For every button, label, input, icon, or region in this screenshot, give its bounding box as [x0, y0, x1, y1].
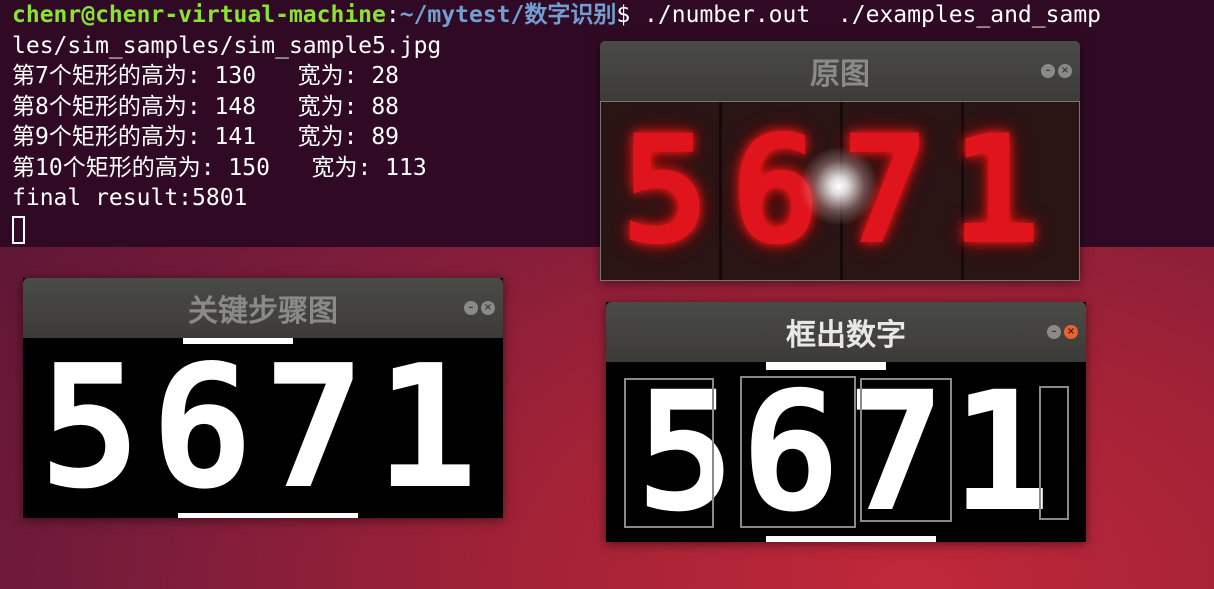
key-steps-window[interactable]: 关键步骤图 – × 5671	[23, 278, 503, 518]
boxed-window-title: 框出数字	[786, 318, 906, 353]
close-icon[interactable]: ×	[1058, 64, 1072, 78]
prompt-line: chenr@chenr-virtual-machine:~/mytest/数字识…	[12, 0, 1214, 31]
close-icon[interactable]: ×	[481, 301, 495, 315]
terminal-cursor	[12, 216, 25, 244]
boxed-window-controls: – ×	[1047, 325, 1078, 339]
original-window-titlebar[interactable]: 原图 – ×	[600, 41, 1080, 101]
bounding-box-4	[1039, 386, 1069, 520]
bounding-box-1	[624, 378, 714, 528]
boxed-image: 5671	[606, 362, 1086, 542]
steps-window-title: 关键步骤图	[188, 294, 338, 329]
prompt-path: ~/mytest/数字识别	[399, 2, 617, 28]
boxed-digits-window[interactable]: 框出数字 – × 5671	[606, 302, 1086, 542]
prompt-separator: :	[385, 2, 400, 28]
binary-digits: 5671	[38, 338, 488, 518]
original-image: 5671	[600, 101, 1080, 281]
minimize-icon[interactable]: –	[464, 301, 478, 315]
close-icon[interactable]: ×	[1064, 325, 1078, 339]
original-image-window[interactable]: 原图 – × 5671	[600, 41, 1080, 281]
prompt-user: chenr@chenr-virtual-machine	[12, 2, 386, 28]
minimize-icon[interactable]: –	[1047, 325, 1061, 339]
original-window-controls: – ×	[1041, 64, 1072, 78]
steps-window-controls: – ×	[464, 301, 495, 315]
binary-image: 5671	[23, 338, 503, 518]
command-text: $ ./number.out ./examples_and_samp	[616, 2, 1102, 28]
bounding-box-3	[860, 378, 952, 522]
boxed-window-titlebar[interactable]: 框出数字 – ×	[606, 302, 1086, 362]
steps-window-titlebar[interactable]: 关键步骤图 – ×	[23, 278, 503, 338]
minimize-icon[interactable]: –	[1041, 64, 1055, 78]
light-glare	[799, 146, 879, 226]
original-window-title: 原图	[810, 57, 870, 92]
bounding-box-2	[740, 376, 856, 528]
